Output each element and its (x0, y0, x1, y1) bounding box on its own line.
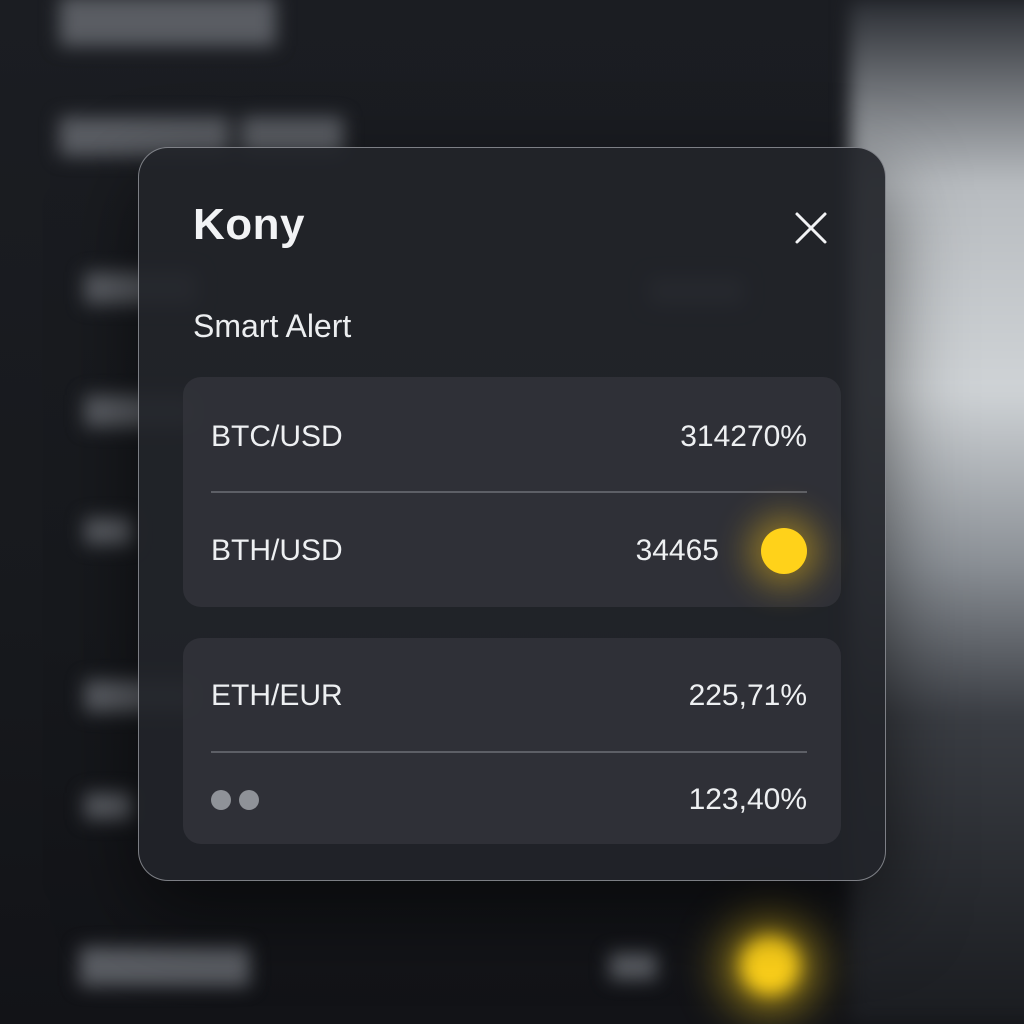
alert-row-unnamed[interactable]: 123,40% (211, 770, 807, 830)
alert-row-btc-usd[interactable]: BTC/USD 314270% (211, 407, 807, 467)
alert-group: ETH/EUR 225,71% 123,40% (183, 638, 841, 844)
dot (239, 790, 259, 810)
pair-value: 123,40% (688, 783, 807, 816)
background-text: ▆▆▆▆▆ (80, 936, 250, 985)
pair-value: 314270% (680, 420, 807, 453)
alert-row-bth-usd[interactable]: BTH/USD 34465 (211, 521, 807, 581)
alert-row-eth-eur[interactable]: ETH/EUR 225,71% (211, 666, 807, 726)
dot (211, 790, 231, 810)
pair-value: 34465 (635, 534, 719, 567)
smart-alert-modal: Kony Smart Alert BTC/USD 314270% BTH/USD… (138, 147, 886, 881)
pair-label: ETH/EUR (211, 679, 343, 712)
modal-subtitle: Smart Alert (193, 308, 352, 344)
background-text: ▆▆ (85, 511, 132, 544)
yellow-dot-indicator[interactable] (761, 528, 807, 574)
background-text: ▆▆ (85, 786, 132, 819)
row-divider (211, 491, 807, 493)
app-screen: ▆▆▆▆▆ ▆▆▆▆▆ ▆▆▆ ▆▆▆▆ ▆▆▆▆ ▆▆▆▆ ▆▆ ▆▆▆▆ ▆… (0, 0, 1024, 1024)
background-text: ▆▆▆▆▆ (60, 0, 276, 44)
value-with-indicator: 34465 (636, 528, 807, 574)
pair-label: BTH/USD (211, 534, 343, 567)
background-yellow-dot (740, 935, 800, 995)
pair-label: BTC/USD (211, 420, 343, 453)
pair-value: 225,71% (688, 679, 807, 712)
row-divider (211, 751, 807, 753)
alert-group: BTC/USD 314270% BTH/USD 34465 (183, 377, 841, 607)
close-icon (795, 212, 827, 244)
dots-icon (211, 790, 267, 810)
close-button[interactable] (791, 208, 831, 248)
background-text: ▆▆ (610, 946, 657, 979)
modal-title: Kony (193, 200, 305, 249)
